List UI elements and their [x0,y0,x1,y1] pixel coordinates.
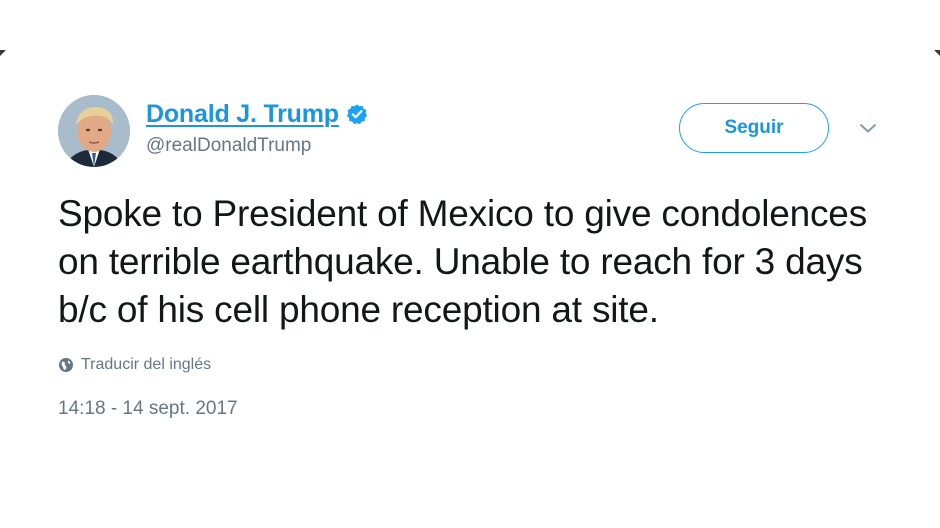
globe-icon [59,358,73,372]
translate-link[interactable]: Traducir del inglés [58,356,898,374]
translate-label: Traducir del inglés [81,356,212,373]
avatar[interactable] [58,95,130,167]
name-row: Donald J. Trump [146,97,368,131]
verified-badge-icon [346,104,367,125]
tweet-card: Donald J. Trump @realDonaldTrump Seguir … [58,92,898,420]
crop-corner-left [0,50,6,56]
display-name[interactable]: Donald J. Trump [146,100,339,129]
tweet-timestamp[interactable]: 14:18 - 14 sept. 2017 [58,398,898,420]
crop-corner-right [934,50,940,56]
tweet-text: Spoke to President of Mexico to give con… [58,193,867,330]
avatar-image [58,95,130,167]
chevron-down-icon[interactable] [859,122,877,134]
user-handle[interactable]: @realDonaldTrump [146,135,368,157]
user-info: Donald J. Trump @realDonaldTrump [146,97,368,157]
tweet-header: Donald J. Trump @realDonaldTrump Seguir [58,92,898,168]
page: Donald J. Trump @realDonaldTrump Seguir … [0,0,940,528]
follow-button[interactable]: Seguir [679,103,829,153]
